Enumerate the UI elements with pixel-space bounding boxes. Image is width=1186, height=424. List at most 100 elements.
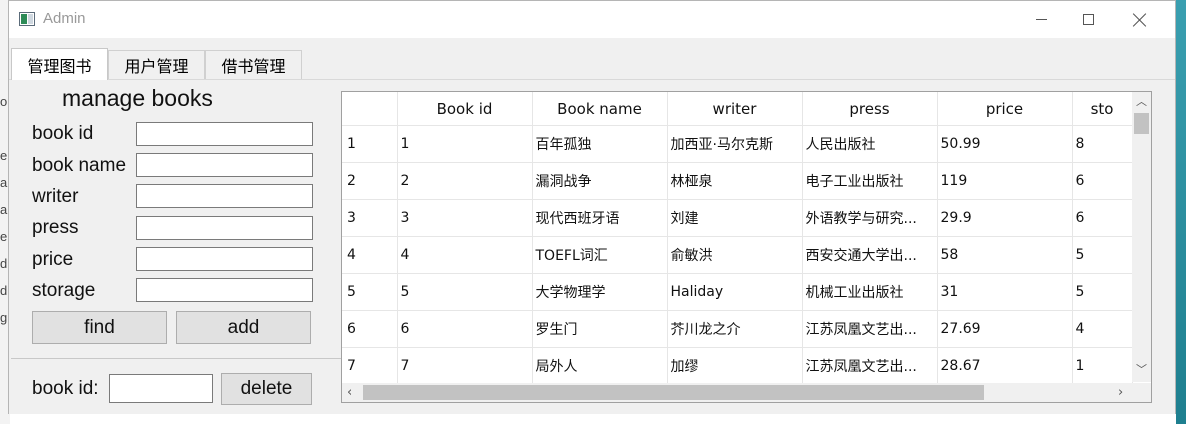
delete-book-id-label: book id:	[32, 378, 99, 399]
column-header[interactable]: Book id	[397, 92, 533, 126]
writer-input[interactable]	[136, 184, 313, 208]
row-header[interactable]: 2	[342, 162, 398, 200]
table-cell[interactable]: 俞敏洪	[667, 236, 803, 274]
delete-book-id-input[interactable]	[109, 374, 213, 403]
table-cell[interactable]: 58	[937, 236, 1073, 274]
table-cell[interactable]: 28.67	[937, 347, 1073, 385]
scroll-down-icon[interactable]: ﹀	[1136, 364, 1147, 375]
table-cell[interactable]: 31	[937, 273, 1073, 311]
press-input[interactable]	[136, 216, 313, 240]
table-cell[interactable]: 119	[937, 162, 1073, 200]
form-divider	[11, 358, 341, 359]
table-cell[interactable]: 2	[397, 162, 533, 200]
column-header[interactable]: press	[802, 92, 938, 126]
table-cell[interactable]: 8	[1072, 125, 1133, 163]
table-cell[interactable]: 7	[397, 347, 533, 385]
row-header[interactable]: 4	[342, 236, 398, 274]
add-button[interactable]: add	[176, 311, 311, 344]
minimize-button[interactable]	[1018, 1, 1064, 38]
manage-books-panel: manage books book id book name writer pr…	[9, 79, 1175, 414]
table-cell[interactable]: 50.99	[937, 125, 1073, 163]
table-cell[interactable]: 6	[1072, 162, 1133, 200]
table-cell[interactable]: 人民出版社	[802, 125, 938, 163]
close-button[interactable]	[1117, 1, 1163, 38]
table-row[interactable]: 2 2 漏洞战争 林桠泉 电子工业出版社 119 6	[342, 162, 1133, 200]
table-cell[interactable]: TOEFL词汇	[532, 236, 668, 274]
tab-user-management[interactable]: 用户管理	[108, 50, 205, 79]
table-cell[interactable]: 外语教学与研究...	[802, 199, 938, 237]
table-row[interactable]: 5 5 大学物理学 Haliday 机械工业出版社 31 5	[342, 273, 1133, 311]
storage-input[interactable]	[136, 278, 313, 302]
row-header[interactable]: 3	[342, 199, 398, 237]
table-row[interactable]: 6 6 罗生门 芥川龙之介 江苏凤凰文艺出... 27.69 4	[342, 310, 1133, 348]
table-cell[interactable]: 江苏凤凰文艺出...	[802, 347, 938, 385]
price-input[interactable]	[136, 247, 313, 271]
table-cell[interactable]: 加西亚·马尔克斯	[667, 125, 803, 163]
scroll-left-icon[interactable]: ‹	[347, 386, 352, 399]
find-button[interactable]: find	[32, 311, 167, 344]
table-cell[interactable]: 5	[1072, 236, 1133, 274]
table-cell[interactable]: 漏洞战争	[532, 162, 668, 200]
column-header[interactable]: writer	[667, 92, 803, 126]
column-header[interactable]: sto	[1072, 92, 1133, 126]
scroll-up-icon[interactable]: ︿	[1136, 96, 1147, 107]
table-cell[interactable]: 1	[1072, 347, 1133, 385]
table-cell[interactable]: 5	[1072, 273, 1133, 311]
book-name-input[interactable]	[136, 153, 313, 177]
table-cell[interactable]: 4	[1072, 310, 1133, 348]
background-app-label: d	[0, 256, 8, 271]
table-cell[interactable]: 江苏凤凰文艺出...	[802, 310, 938, 348]
books-table-view[interactable]: Book id Book name writer press price sto…	[341, 91, 1152, 403]
horizontal-scrollbar[interactable]: ‹ ›	[342, 383, 1134, 402]
book-id-label: book id	[32, 123, 94, 144]
maximize-button[interactable]	[1065, 1, 1111, 38]
table-row[interactable]: 7 7 局外人 加缪 江苏凤凰文艺出... 28.67 1	[342, 347, 1133, 385]
table-cell[interactable]: 芥川龙之介	[667, 310, 803, 348]
tab-borrow-management[interactable]: 借书管理	[205, 50, 302, 79]
table-cell[interactable]: 百年孤独	[532, 125, 668, 163]
background-app-label: d	[0, 283, 8, 298]
table-cell[interactable]: 6	[397, 310, 533, 348]
table-cell[interactable]: 大学物理学	[532, 273, 668, 311]
table-cell[interactable]: 现代西班牙语	[532, 199, 668, 237]
row-header[interactable]: 6	[342, 310, 398, 348]
table-cell[interactable]: 3	[397, 199, 533, 237]
table-cell[interactable]: 电子工业出版社	[802, 162, 938, 200]
table-cell[interactable]: 1	[397, 125, 533, 163]
minimize-icon	[1035, 19, 1047, 20]
table-cell[interactable]: 29.9	[937, 199, 1073, 237]
table-cell[interactable]: 机械工业出版社	[802, 273, 938, 311]
table-cell[interactable]: 罗生门	[532, 310, 668, 348]
delete-button[interactable]: delete	[221, 373, 312, 405]
table-row[interactable]: 1 1 百年孤独 加西亚·马尔克斯 人民出版社 50.99 8	[342, 125, 1133, 163]
row-header[interactable]: 1	[342, 125, 398, 163]
table-cell[interactable]: 林桠泉	[667, 162, 803, 200]
table-cell[interactable]: 5	[397, 273, 533, 311]
tab-manage-books[interactable]: 管理图书	[11, 48, 108, 80]
scroll-right-icon[interactable]: ›	[1118, 386, 1123, 399]
table-row[interactable]: 3 3 现代西班牙语 刘建 外语教学与研究... 29.9 6	[342, 199, 1133, 237]
row-header-corner[interactable]	[342, 92, 398, 126]
panel-title: manage books	[62, 85, 213, 111]
table-cell[interactable]: 局外人	[532, 347, 668, 385]
table-cell[interactable]: 刘建	[667, 199, 803, 237]
title-bar[interactable]: Admin	[9, 1, 1175, 38]
vertical-scroll-thumb[interactable]	[1134, 113, 1149, 134]
table-cell[interactable]: 6	[1072, 199, 1133, 237]
vertical-scrollbar[interactable]: ︿ ﹀	[1132, 92, 1151, 382]
horizontal-scroll-thumb[interactable]	[363, 385, 984, 400]
table-cell[interactable]: 西安交通大学出...	[802, 236, 938, 274]
table-cell[interactable]: 4	[397, 236, 533, 274]
row-header[interactable]: 5	[342, 273, 398, 311]
press-label: press	[32, 217, 79, 238]
table-cell[interactable]: 27.69	[937, 310, 1073, 348]
row-header[interactable]: 7	[342, 347, 398, 385]
table-row[interactable]: 4 4 TOEFL词汇 俞敏洪 西安交通大学出... 58 5	[342, 236, 1133, 274]
table-cell[interactable]: 加缪	[667, 347, 803, 385]
column-header[interactable]: price	[937, 92, 1073, 126]
book-name-label: book name	[32, 155, 127, 176]
column-header[interactable]: Book name	[532, 92, 668, 126]
book-id-input[interactable]	[136, 122, 313, 146]
storage-label: storage	[32, 280, 96, 301]
table-cell[interactable]: Haliday	[667, 273, 803, 311]
